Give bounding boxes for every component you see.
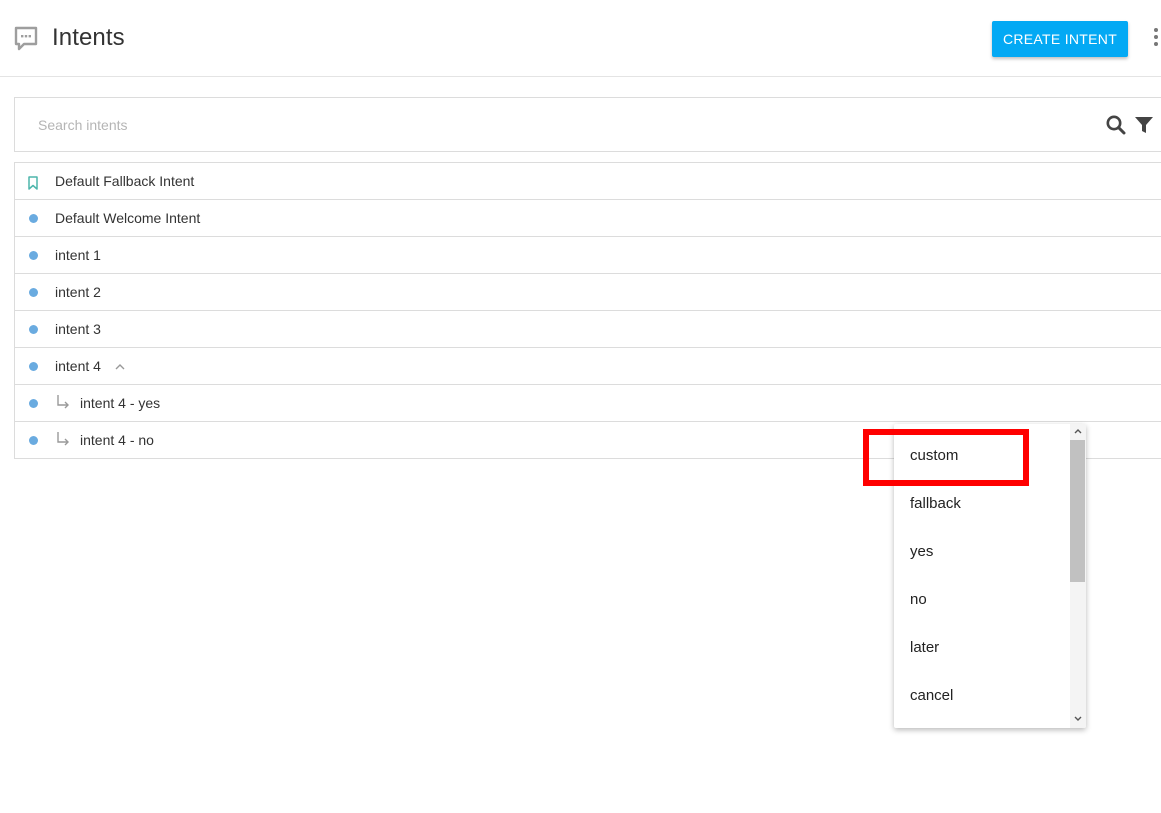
subdirectory-arrow-icon bbox=[57, 395, 69, 409]
status-dot bbox=[29, 436, 38, 445]
intent-label: intent 1 bbox=[55, 247, 101, 263]
create-intent-button[interactable]: CREATE INTENT bbox=[992, 21, 1128, 57]
scroll-up-icon[interactable] bbox=[1073, 427, 1083, 435]
status-dot bbox=[29, 214, 38, 223]
filter-icon[interactable] bbox=[1133, 114, 1155, 136]
search-bar bbox=[14, 97, 1161, 152]
status-dot bbox=[29, 251, 38, 260]
search-input[interactable] bbox=[38, 115, 938, 135]
more-vert-icon[interactable] bbox=[1151, 28, 1161, 48]
chevron-up-icon[interactable] bbox=[114, 363, 126, 371]
dropdown-option-yes[interactable]: yes bbox=[894, 528, 1070, 576]
status-dot bbox=[29, 362, 38, 371]
intent-label: intent 4 bbox=[55, 358, 101, 374]
subdirectory-arrow-icon bbox=[57, 432, 69, 446]
intent-label: intent 2 bbox=[55, 284, 101, 300]
intent-row[interactable]: Default Fallback Intent bbox=[15, 163, 1161, 200]
search-icon[interactable] bbox=[1105, 114, 1127, 136]
intent-label: intent 3 bbox=[55, 321, 101, 337]
intent-list: Default Fallback Intent Default Welcome … bbox=[14, 162, 1161, 459]
chat-bubble-icon bbox=[14, 26, 38, 51]
dropdown-scrollbar[interactable] bbox=[1070, 424, 1086, 728]
page-header: Intents CREATE INTENT bbox=[0, 0, 1161, 77]
page-title: Intents bbox=[52, 24, 125, 51]
status-dot bbox=[29, 399, 38, 408]
intent-row[interactable]: intent 4 bbox=[15, 348, 1161, 385]
scrollbar-thumb[interactable] bbox=[1070, 440, 1085, 582]
intent-row[interactable]: intent 3 bbox=[15, 311, 1161, 348]
dropdown-option-no[interactable]: no bbox=[894, 576, 1070, 624]
intent-row[interactable]: intent 1 bbox=[15, 237, 1161, 274]
intent-label: Default Fallback Intent bbox=[55, 173, 195, 189]
intent-label: intent 4 - yes bbox=[80, 395, 161, 411]
dropdown-option-custom[interactable]: custom bbox=[894, 432, 1070, 480]
bookmark-icon bbox=[28, 176, 38, 190]
status-dot bbox=[29, 325, 38, 334]
dropdown-option-later[interactable]: later bbox=[894, 624, 1070, 672]
intent-label: Default Welcome Intent bbox=[55, 210, 201, 226]
dropdown-option-fallback[interactable]: fallback bbox=[894, 480, 1070, 528]
intent-row[interactable]: Default Welcome Intent bbox=[15, 200, 1161, 237]
intent-label: intent 4 - no bbox=[80, 432, 154, 448]
intent-row-child[interactable]: intent 4 - yes bbox=[15, 385, 1161, 422]
intent-row[interactable]: intent 2 bbox=[15, 274, 1161, 311]
scroll-down-icon[interactable] bbox=[1073, 715, 1083, 723]
dropdown-option-cancel[interactable]: cancel bbox=[894, 672, 1070, 720]
intent-label-wrapper: intent 4 bbox=[55, 358, 126, 374]
intent-type-dropdown: custom fallback yes no later cancel bbox=[894, 424, 1086, 728]
status-dot bbox=[29, 288, 38, 297]
